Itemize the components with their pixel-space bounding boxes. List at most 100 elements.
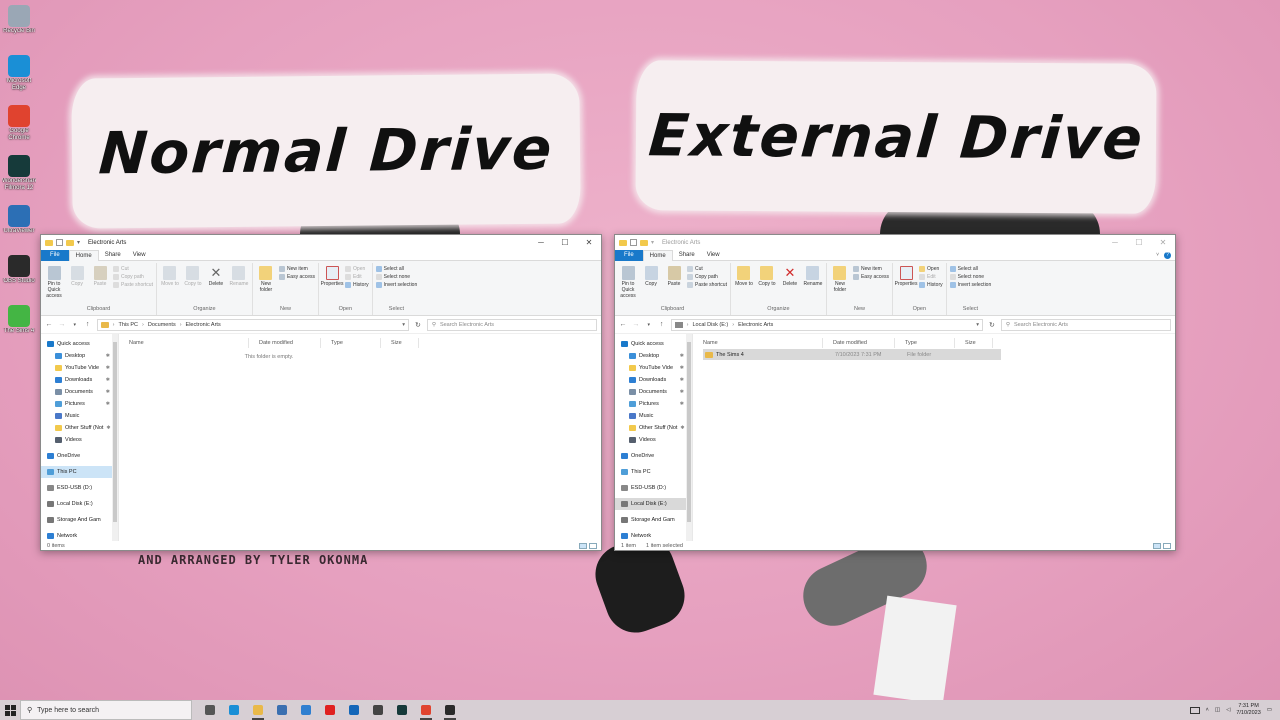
nav-item-onedrive[interactable]: OneDrive [615, 450, 692, 462]
taskbar-file-explorer-button[interactable] [246, 700, 270, 720]
desktop-shortcut[interactable]: Recycle Bin [2, 2, 36, 52]
rename-button[interactable]: Rename [229, 263, 249, 305]
help-icon[interactable]: ? [1164, 251, 1171, 259]
column-size[interactable]: Size [381, 338, 419, 348]
nav-item-storage-and-games[interactable]: Storage And Gam [615, 514, 692, 526]
breadcrumb-electronic-arts[interactable]: Electronic Arts [186, 322, 221, 328]
copy-path-button[interactable]: Copy path [687, 274, 727, 280]
nav-item-documents[interactable]: Documents ✱ [615, 386, 692, 398]
title-bar[interactable]: ▾ Electronic Arts ─ ☐ ✕ [615, 235, 1175, 250]
tab-share[interactable]: Share [673, 250, 701, 261]
paste-shortcut-button[interactable]: Paste shortcut [113, 282, 153, 288]
close-button[interactable]: ✕ [1151, 235, 1175, 250]
nav-item-youtube-videos[interactable]: YouTube Vide ✱ [41, 362, 118, 374]
open-button[interactable]: Open [345, 266, 369, 272]
nav-item-desktop[interactable]: Desktop ✱ [615, 350, 692, 362]
taskbar-mail-button[interactable] [294, 700, 318, 720]
properties-button[interactable]: Properties [321, 263, 343, 305]
search-box[interactable]: ⚲ Search Electronic Arts [1000, 318, 1171, 331]
breadcrumb-electronic-arts[interactable]: Electronic Arts [738, 322, 773, 328]
nav-item-this-pc[interactable]: This PC [41, 466, 118, 478]
nav-scrollbar[interactable] [686, 334, 692, 541]
column-name[interactable]: Name [119, 338, 249, 348]
nav-scrollbar-thumb[interactable] [113, 342, 117, 522]
navigation-pane[interactable]: Quick access Desktop ✱ YouTube Vide ✱ Downloa… [41, 334, 119, 541]
details-view-icon[interactable] [1153, 542, 1161, 549]
explorer-window-external-drive[interactable]: ▾ Electronic Arts ─ ☐ ✕ File Home Share … [614, 234, 1176, 551]
refresh-icon[interactable]: ↻ [414, 321, 422, 329]
taskbar-edge-button[interactable] [222, 700, 246, 720]
new-item-button[interactable]: New item [278, 266, 315, 272]
select-all-button[interactable]: Select all [949, 266, 992, 272]
nav-item-local-disk[interactable]: Local Disk (E:) [615, 498, 692, 510]
nav-item-other-stuff[interactable]: Other Stuff (Not ✱ [615, 422, 692, 434]
tab-view[interactable]: View [127, 250, 152, 261]
new-folder-icon[interactable] [66, 239, 74, 246]
maximize-button[interactable]: ☐ [1127, 235, 1151, 250]
nav-item-esd-usb[interactable]: ESD-USB (D:) [615, 482, 692, 494]
column-type[interactable]: Type [321, 338, 381, 348]
chevron-up-icon[interactable]: ˄ [1206, 707, 1209, 713]
recent-locations-icon[interactable]: ▾ [645, 322, 653, 328]
column-date-modified[interactable]: Date modified [249, 338, 321, 348]
tab-home[interactable]: Home [642, 249, 673, 261]
breadcrumb-local-disk[interactable]: Local Disk (E:) [692, 322, 728, 328]
easy-access-button[interactable]: Easy access [278, 274, 315, 280]
nav-item-other-stuff[interactable]: Other Stuff (Not ✱ [41, 422, 118, 434]
desktop-shortcut[interactable]: OBS Studio [2, 252, 36, 302]
desktop-shortcut[interactable]: UltraViewer [2, 202, 36, 252]
copy-button[interactable]: Copy [641, 263, 661, 305]
keyboard-icon[interactable] [1189, 706, 1200, 714]
explorer-window-normal-drive[interactable]: ▾ Electronic Arts ─ ☐ ✕ File Home Share … [40, 234, 602, 551]
delete-button[interactable]: ✕ Delete [780, 263, 800, 305]
open-button[interactable]: Open [919, 266, 943, 272]
address-bar[interactable]: › Local Disk (E:) › Electronic Arts ▾ [670, 318, 983, 331]
taskbar-outlook-button[interactable] [342, 700, 366, 720]
desktop-shortcut[interactable]: Wondershare Filmora 12 [2, 152, 36, 202]
breadcrumb-documents[interactable]: Documents [148, 322, 176, 328]
address-bar[interactable]: › This PC › Documents › Electronic Arts … [96, 318, 409, 331]
nav-item-this-pc[interactable]: This PC [615, 466, 692, 478]
tab-file[interactable]: File [615, 249, 643, 261]
nav-item-desktop[interactable]: Desktop ✱ [41, 350, 118, 362]
nav-scrollbar-thumb[interactable] [687, 342, 691, 522]
nav-item-storage-and-games[interactable]: Storage And Gam [41, 514, 118, 526]
address-dropdown-icon[interactable]: ▾ [402, 322, 405, 328]
details-view-icon[interactable] [579, 542, 587, 549]
properties-icon[interactable] [630, 239, 637, 246]
column-size[interactable]: Size [955, 338, 993, 348]
minimize-button[interactable]: ─ [1103, 235, 1127, 250]
file-list[interactable]: Name Date modified Type Size This folder… [119, 334, 601, 541]
new-folder-button[interactable]: New folder [256, 263, 276, 305]
chevron-down-icon[interactable]: ▾ [77, 239, 80, 246]
invert-selection-button[interactable]: Invert selection [949, 282, 991, 288]
new-folder-icon[interactable] [640, 239, 648, 246]
start-button[interactable] [0, 700, 20, 720]
nav-item-quick-access[interactable]: Quick access [41, 338, 118, 350]
history-button[interactable]: History [919, 282, 943, 288]
desktop-shortcut[interactable]: Google Chrome [2, 102, 36, 152]
taskbar-filmora-button[interactable] [390, 700, 414, 720]
easy-access-button[interactable]: Easy access [852, 274, 889, 280]
tab-view[interactable]: View [701, 250, 726, 261]
nav-item-youtube-videos[interactable]: YouTube Vide ✱ [615, 362, 692, 374]
paste-button[interactable]: Paste [664, 263, 684, 305]
nav-item-onedrive[interactable]: OneDrive [41, 450, 118, 462]
taskbar-youtube-button[interactable] [318, 700, 342, 720]
clock[interactable]: 7:31 PM 7/10/2023 [1236, 703, 1260, 717]
nav-item-local-disk[interactable]: Local Disk (E:) [41, 498, 118, 510]
copy-to-button[interactable]: Copy to [757, 263, 777, 305]
edit-button[interactable]: Edit [919, 274, 943, 280]
cut-button[interactable]: Cut [113, 266, 153, 272]
close-button[interactable]: ✕ [577, 235, 601, 250]
chevron-down-icon[interactable]: ˅ [1156, 252, 1159, 258]
maximize-button[interactable]: ☐ [553, 235, 577, 250]
title-bar[interactable]: ▾ Electronic Arts ─ ☐ ✕ [41, 235, 601, 250]
rename-button[interactable]: Rename [803, 263, 823, 305]
file-list[interactable]: Name Date modified Type Size The Sims 4 … [693, 334, 1175, 541]
column-type[interactable]: Type [895, 338, 955, 348]
paste-button[interactable]: Paste [90, 263, 110, 305]
copy-button[interactable]: Copy [67, 263, 87, 305]
breadcrumb-this-pc[interactable]: This PC [118, 322, 138, 328]
nav-item-pictures[interactable]: Pictures ✱ [615, 398, 692, 410]
